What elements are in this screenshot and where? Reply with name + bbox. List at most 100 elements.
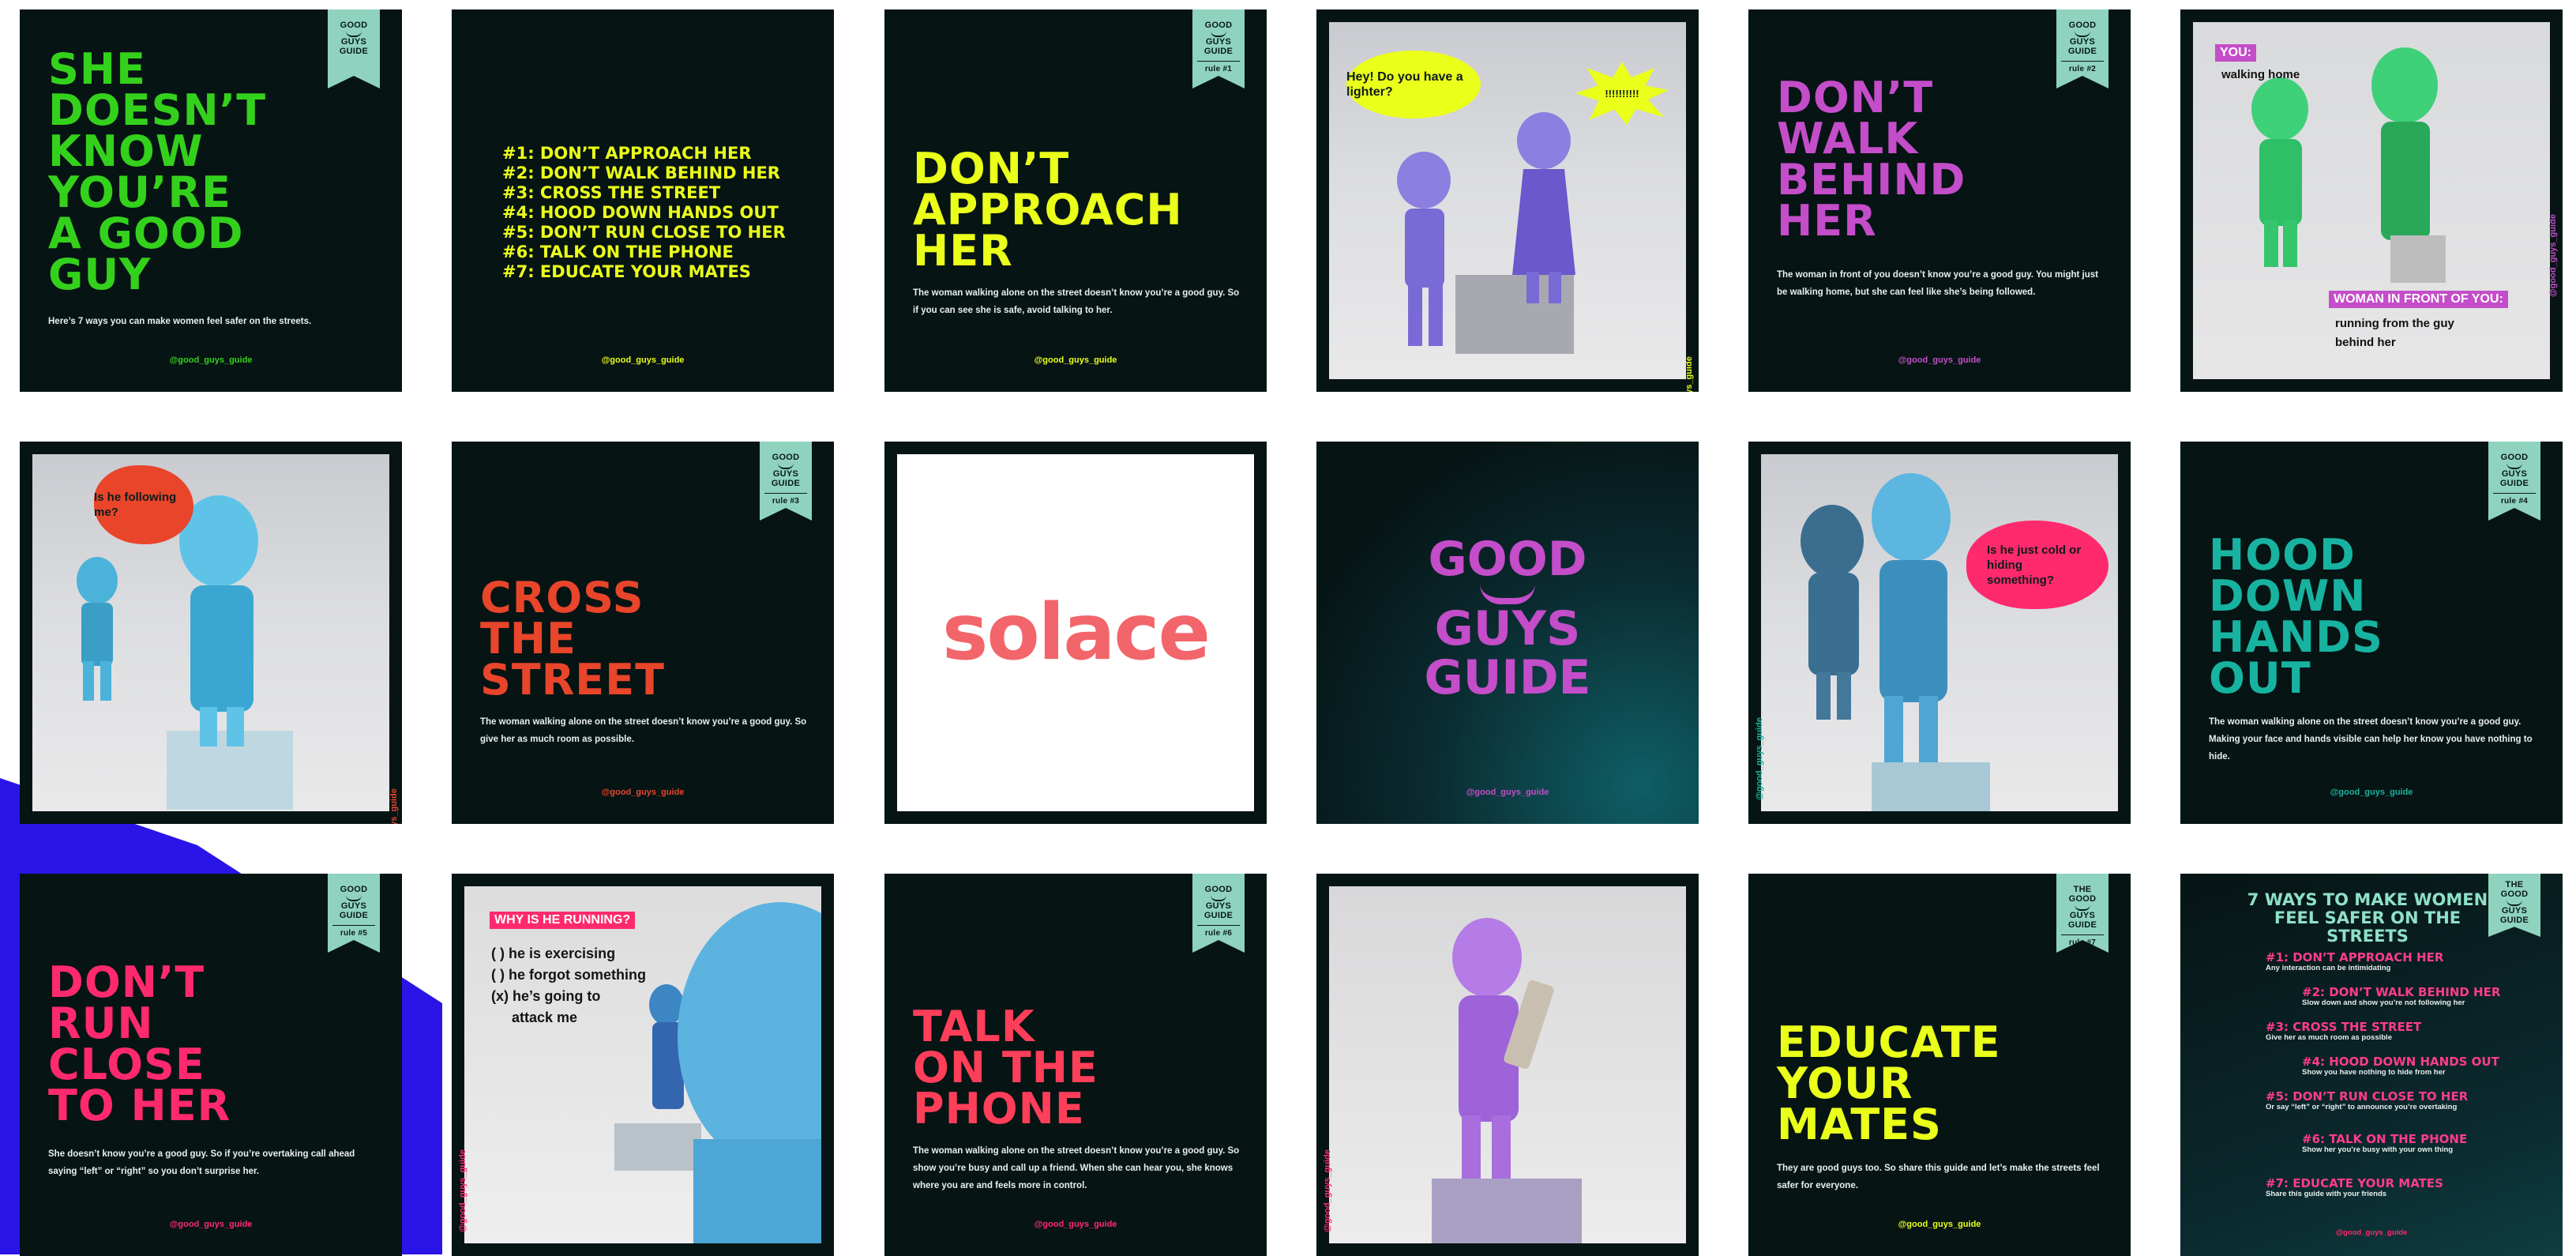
good-guys-guide-badge: GOOD GUYS GUIDE rule #5 [328, 874, 380, 953]
list-item: attack me [512, 1010, 578, 1025]
handle-text: @good_guys_guide [169, 355, 253, 365]
list-item: #2: DON’T WALK BEHIND HER [502, 164, 780, 182]
post-tile-rule-4[interactable]: GOOD GUYS GUIDE rule #4 HOOD DOWN HANDS OUT T… [2180, 442, 2563, 824]
good-guys-guide-badge: GOOD GUYS GUIDE rule #1 [1192, 9, 1245, 88]
list-item: #5: DON’T RUN CLOSE TO HER [502, 223, 786, 242]
list-item: #7: EDUCATE YOUR MATES [502, 262, 751, 281]
rules-list: #1: DON’T APPROACH HER #2: DON’T WALK BE… [502, 144, 786, 282]
post-title: CROSS THE STREET [480, 573, 665, 705]
post-grid: GOOD GUYS GUIDE SHE DOESN’T KNOW YOU’RE A GOOD… [0, 0, 2576, 1256]
summary-item: #2: DON’T WALK BEHIND HER Slow down and s… [2302, 985, 2501, 1007]
post-title: HOOD DOWN HANDS OUT [2209, 530, 2383, 703]
handle-text: @good_guys_guide [2330, 788, 2413, 797]
post-tile-rule-1[interactable]: GOOD GUYS GUIDE rule #1 DON’T APPROACH HER T… [884, 9, 1267, 392]
good-guys-guide-badge: GOOD GUYS GUIDE rule #6 [1192, 874, 1245, 953]
figurine-illustration [1801, 473, 1990, 811]
post-tile-ggg-logo[interactable]: GOOD GUYS GUIDE @good_guys_guide [1316, 442, 1699, 824]
post-tile-rule-3[interactable]: GOOD GUYS GUIDE rule #3 CROSS THE STREET The… [452, 442, 834, 824]
you-tag: YOU: [2215, 44, 2256, 62]
post-title: DON’T APPROACH HER [913, 144, 1183, 276]
speech-bubble: Hey! Do you have a lighter? [1346, 51, 1481, 118]
post-body: They are good guys too. So share this gu… [1777, 1164, 2100, 1190]
post-tile-photo-following-me[interactable]: Is he following me? @good_guys_guide [20, 442, 402, 824]
post-tile-photo-following[interactable]: YOU: walking home WOMAN IN FRONT OF YOU:… [2180, 9, 2563, 392]
post-tile-photo-lighter[interactable]: Hey! Do you have a lighter? !!!!!!!!!! @… [1316, 9, 1699, 392]
answer-checklist: ( ) he is exercising ( ) he forgot somet… [491, 943, 646, 1028]
list-item: #3: CROSS THE STREET [502, 183, 721, 202]
list-item: (x) he’s going to [491, 988, 601, 1004]
good-guys-guide-badge: GOOD GUYS GUIDE rule #3 [760, 442, 812, 521]
summary-item: #6: TALK ON THE PHONE Show her you’re bus… [2302, 1132, 2468, 1154]
post-title: DON’T WALK BEHIND HER [1777, 73, 1966, 246]
figurine-illustration [1432, 918, 1582, 1243]
post-tile-photo-running[interactable]: WHY IS HE RUNNING? ( ) he is exercising … [452, 874, 834, 1256]
handle-text: @good_guys_guide [1034, 355, 1117, 365]
post-title: TALK ON THE PHONE [913, 1002, 1098, 1134]
post-body: The woman walking alone on the street do… [913, 288, 1240, 315]
figurine-illustration [614, 902, 821, 1243]
good-guys-guide-badge: GOOD GUYS GUIDE rule #4 [2488, 442, 2540, 521]
post-body: The woman walking alone on the street do… [2209, 717, 2533, 761]
speech-bubble: Is he following me? [94, 465, 193, 544]
post-tile-rule-6[interactable]: GOOD GUYS GUIDE rule #6 TALK ON THE PHONE Th… [884, 874, 1267, 1256]
post-tile-intro[interactable]: GOOD GUYS GUIDE SHE DOESN’T KNOW YOU’RE A GOOD… [20, 9, 402, 392]
handle-text: @good_guys_guide [1898, 1220, 1981, 1229]
post-title: SHE DOESN’T KNOW YOU’RE A GOOD GUY [48, 44, 267, 299]
summary-item: #5: DON’T RUN CLOSE TO HER Or say “left” … [2266, 1089, 2469, 1111]
good-guys-guide-logo: GOOD GUYS GUIDE [1424, 532, 1591, 705]
post-title: DON’T RUN CLOSE TO HER [48, 957, 231, 1130]
handle-text: @good_guys_guide [1684, 281, 1694, 392]
post-tile-rules-list[interactable]: #1: DON’T APPROACH HER #2: DON’T WALK BE… [452, 9, 834, 392]
post-title: EDUCATE YOUR MATES [1777, 1017, 2001, 1149]
post-body: Here’s 7 ways you can make women feel sa… [48, 317, 312, 326]
post-tile-solace-logo[interactable]: solace [884, 442, 1267, 824]
good-guys-guide-badge: THE GOOD GUYS GUIDE rule #7 [2056, 874, 2108, 953]
post-tile-summary[interactable]: THE GOOD GUYS GUIDE 7 WAYS TO MAKE WOMEN FE… [2180, 874, 2563, 1256]
list-item: ( ) he is exercising [491, 946, 616, 961]
list-item: #6: TALK ON THE PHONE [502, 243, 734, 261]
post-body: The woman walking alone on the street do… [480, 717, 807, 744]
post-tile-rule-5[interactable]: GOOD GUYS GUIDE rule #5 DON’T RUN CLOSE TO HE… [20, 874, 402, 1256]
handle-text: @good_guys_guide [601, 788, 685, 797]
you-text: walking home [2221, 68, 2300, 81]
post-tile-rule-2[interactable]: GOOD GUYS GUIDE rule #2 DON’T WALK BEHIND HER… [1748, 9, 2131, 392]
handle-text: @good_guys_guide [601, 355, 685, 365]
handle-text: @good_guys_guide [2548, 214, 2558, 297]
photo-figurines [1329, 886, 1686, 1243]
list-item: #1: DON’T APPROACH HER [502, 144, 752, 163]
handle-text: @good_guys_guide [1034, 1220, 1117, 1229]
handle-text: @good_guys_guide [1755, 717, 1764, 800]
handle-text: @good_guys_guide [169, 1220, 253, 1229]
handle-text: @good_guys_guide [1466, 788, 1549, 797]
solace-panel: solace [897, 454, 1254, 811]
solace-logo: solace [942, 588, 1211, 678]
post-body: The woman walking alone on the street do… [913, 1146, 1240, 1190]
handle-text: @good_guys_guide [389, 713, 399, 824]
question-tag: WHY IS HE RUNNING? [490, 912, 636, 929]
post-tile-photo-hood[interactable]: Is he just cold or hiding something? @go… [1748, 442, 2131, 824]
post-body: She doesn’t know you’re a good guy. So i… [48, 1149, 355, 1176]
handle-text: @good_guys_guide [1898, 355, 1981, 365]
post-body: The woman in front of you doesn’t know y… [1777, 270, 2098, 297]
post-tile-photo-phone[interactable]: @good_guys_guide [1316, 874, 1699, 1256]
speech-bubble: Is he just cold or hiding something? [1966, 521, 2108, 609]
summary-title: 7 WAYS TO MAKE WOMEN FEEL SAFER ON THE S… [2247, 890, 2488, 946]
summary-item: #4: HOOD DOWN HANDS OUT Show you have not… [2302, 1055, 2499, 1077]
handle-text: @good_guys_guide [1323, 1149, 1332, 1232]
handle-text: @good_guys_guide [458, 1149, 468, 1232]
good-guys-guide-badge: GOOD GUYS GUIDE rule #2 [2056, 9, 2108, 88]
list-item: ( ) he forgot something [491, 967, 646, 983]
photo-figurines [1761, 454, 2118, 811]
photo-figurines [464, 886, 821, 1243]
summary-item: #7: EDUCATE YOUR MATES Share this guide w… [2266, 1176, 2443, 1198]
summary-item: #1: DON’T APPROACH HER Any interaction ca… [2266, 950, 2444, 972]
list-item: #4: HOOD DOWN HANDS OUT [502, 203, 779, 222]
good-guys-guide-badge: GOOD GUYS GUIDE [328, 9, 380, 88]
handle-text: @good_guys_guide [2335, 1228, 2408, 1237]
figurine-illustration [77, 495, 293, 810]
post-tile-rule-7[interactable]: THE GOOD GUYS GUIDE rule #7 EDUCATE YOUR MATE… [1748, 874, 2131, 1256]
woman-text: running from the guy behind her [2335, 317, 2454, 349]
photo-figurines [32, 454, 389, 811]
woman-tag: WOMAN IN FRONT OF YOU: [2329, 291, 2508, 308]
summary-item: #3: CROSS THE STREET Give her as much roo… [2266, 1020, 2422, 1042]
